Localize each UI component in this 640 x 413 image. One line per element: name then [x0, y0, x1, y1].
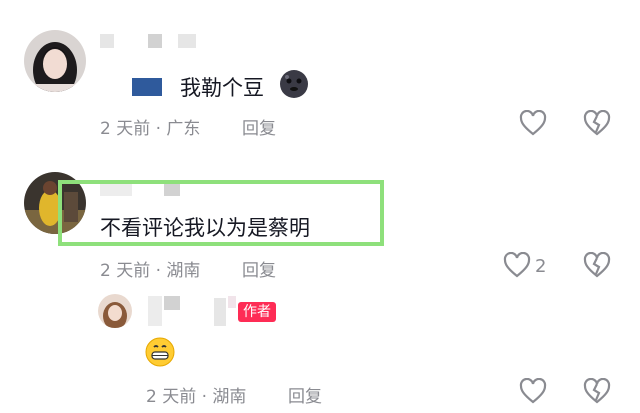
- dislike-broken-heart-icon[interactable]: [582, 376, 612, 406]
- reply-button[interactable]: 回复: [242, 256, 276, 281]
- comment-text: 我勒个豆: [180, 76, 264, 100]
- like-heart-icon[interactable]: [518, 108, 548, 138]
- dislike-broken-heart-icon[interactable]: [582, 250, 612, 280]
- like-heart-icon[interactable]: [502, 250, 532, 280]
- dislike-broken-heart-icon[interactable]: [582, 108, 612, 138]
- like-heart-icon[interactable]: [518, 376, 548, 406]
- username-mosaic[interactable]: [164, 296, 180, 310]
- avatar[interactable]: [98, 294, 132, 328]
- dark-face-emoji: [278, 68, 310, 100]
- username-mosaic[interactable]: [148, 34, 162, 48]
- username-mosaic[interactable]: [100, 34, 114, 48]
- timestamp-location: 2 天前 · 湖南: [100, 261, 201, 281]
- username-mosaic[interactable]: [148, 296, 162, 326]
- username-mosaic[interactable]: [178, 34, 196, 48]
- grinning-face-emoji: [144, 336, 176, 368]
- username-mosaic[interactable]: [100, 184, 132, 196]
- avatar[interactable]: [24, 30, 86, 92]
- timestamp-location: 2 天前 · 湖南: [146, 387, 247, 407]
- username-mosaic[interactable]: [228, 296, 236, 308]
- timestamp-location: 2 天前 · 广东: [100, 119, 201, 139]
- username-mosaic[interactable]: [164, 184, 180, 196]
- author-badge: 作者: [238, 302, 276, 322]
- username-mosaic[interactable]: [214, 298, 226, 326]
- like-count: 2: [535, 256, 547, 277]
- reply-button[interactable]: 回复: [288, 382, 322, 407]
- comment-text: 不看评论我以为是蔡明: [100, 216, 310, 240]
- reply-button[interactable]: 回复: [242, 114, 276, 139]
- redacted-mention: [132, 78, 162, 96]
